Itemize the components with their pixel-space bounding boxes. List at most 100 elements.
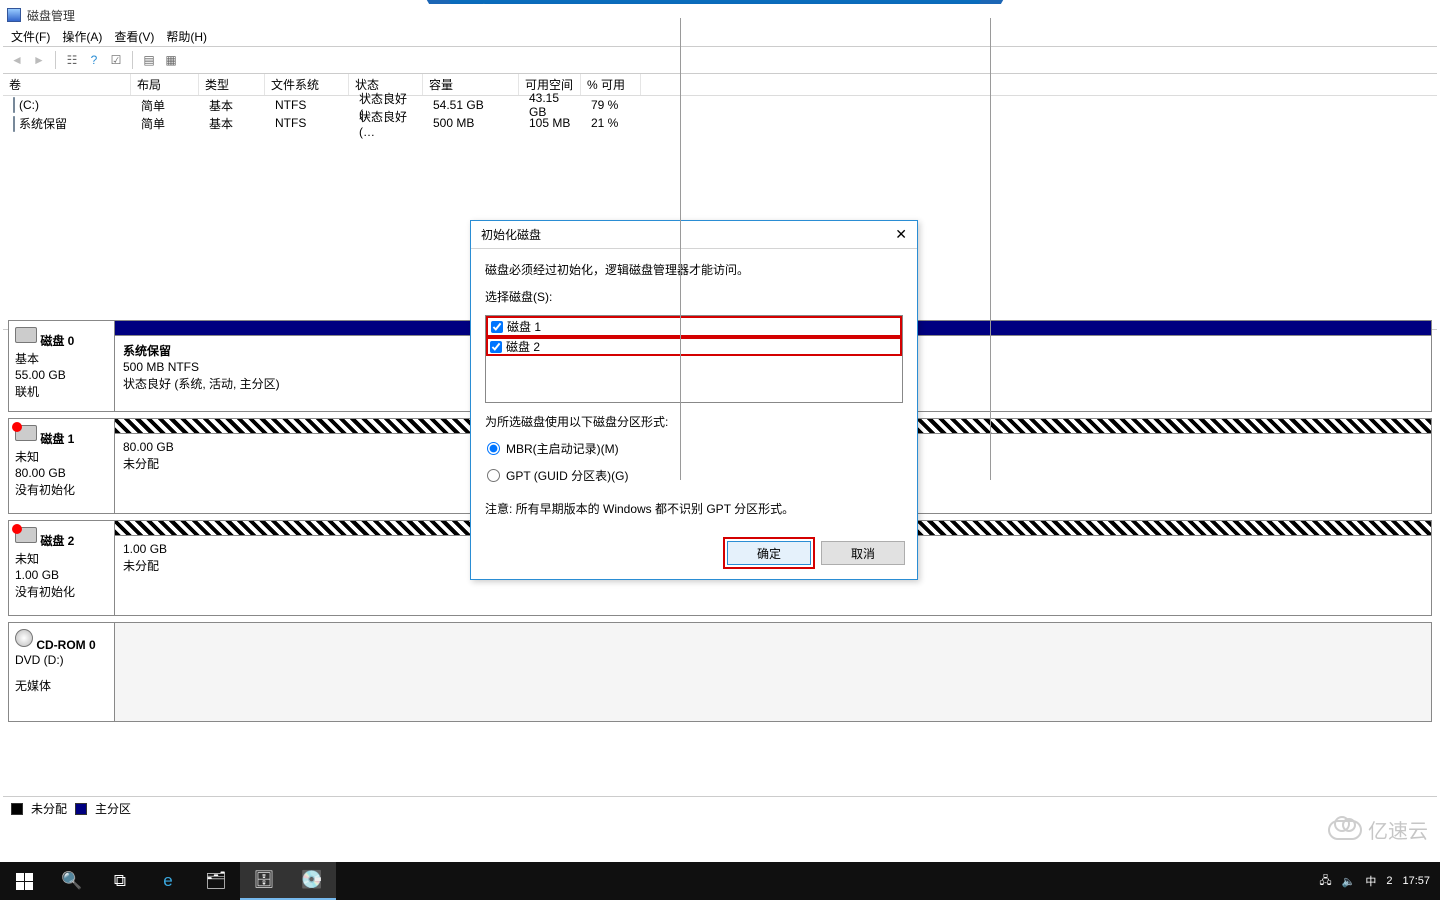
toolbar: ◄ ► ☷ ? ☑ ▤ ▦ <box>3 46 1437 74</box>
volume-icon[interactable]: 🔈 <box>1342 875 1356 888</box>
cloud-icon <box>1328 820 1362 840</box>
gpt-radio-row[interactable]: GPT (GUID 分区表)(G) <box>487 467 903 484</box>
explorer-icon[interactable]: 🗂 <box>192 862 240 900</box>
vol-name: (C:) <box>19 98 39 112</box>
disk1-label: 磁盘 1 <box>507 318 541 335</box>
disk-title: 磁盘 0 <box>40 334 74 348</box>
network-icon[interactable]: 🖧 <box>1319 872 1331 891</box>
disk-check-item[interactable]: 磁盘 1 <box>486 316 902 337</box>
gpt-radio[interactable] <box>487 469 500 482</box>
legend: 未分配 主分区 <box>3 796 1437 820</box>
ok-button[interactable]: 确定 <box>727 541 811 565</box>
disk-mgmt-icon <box>7 8 21 22</box>
vol-name: 系统保留 <box>19 117 67 131</box>
disk-kind: 未知 <box>15 448 108 465</box>
legend-primary: 主分区 <box>95 800 131 817</box>
cdrom-0[interactable]: CD-ROM 0 DVD (D:) 无媒体 <box>8 622 1432 722</box>
col-type[interactable]: 类型 <box>199 74 265 95</box>
menu-view[interactable]: 查看(V) <box>114 28 154 45</box>
col-filesystem[interactable]: 文件系统 <box>265 74 349 95</box>
system-tray: 🖧 🔈 中 2 17:57 <box>1309 872 1440 891</box>
menubar: 文件(F) 操作(A) 查看(V) 帮助(H) <box>3 26 1437 46</box>
toolbar-sep2 <box>132 51 133 69</box>
vol-cap: 54.51 GB <box>427 98 523 112</box>
ime-indicator[interactable]: 中 <box>1365 873 1376 889</box>
vol-type: 基本 <box>203 115 269 132</box>
server-manager-icon[interactable]: 🗄 <box>240 862 288 900</box>
disk-kind: DVD (D:) <box>15 653 108 667</box>
help-icon[interactable]: ? <box>84 50 104 70</box>
cdrom-icon <box>15 629 33 647</box>
legend-unalloc: 未分配 <box>31 800 67 817</box>
view-list-icon[interactable]: ☷ <box>62 50 82 70</box>
properties-icon[interactable]: ☑ <box>106 50 126 70</box>
legend-swatch-unalloc <box>11 803 23 815</box>
mmc-titlebar: 磁盘管理 <box>3 4 1437 26</box>
search-icon[interactable]: 🔍 <box>48 862 96 900</box>
back-icon[interactable]: ◄ <box>7 50 27 70</box>
vol-free: 43.15 GB <box>523 91 585 119</box>
disk2-label: 磁盘 2 <box>506 338 540 355</box>
disk-size: 1.00 GB <box>15 568 108 582</box>
top-pane-icon[interactable]: ▤ <box>139 50 159 70</box>
disk-state: 没有初始化 <box>15 481 108 498</box>
tray-extra: 2 <box>1386 875 1392 887</box>
toolbar-sep <box>55 51 56 69</box>
disk-title: 磁盘 1 <box>40 432 74 446</box>
close-icon[interactable]: ✕ <box>895 226 907 243</box>
windows-logo-icon <box>16 873 33 890</box>
disk-check-item[interactable]: 磁盘 2 <box>486 337 902 356</box>
disk1-checkbox[interactable] <box>491 321 503 333</box>
bottom-pane-icon[interactable]: ▦ <box>161 50 181 70</box>
disk-size: 80.00 GB <box>15 466 108 480</box>
mbr-radio[interactable] <box>487 442 500 455</box>
volume-row[interactable]: 系统保留 简单 基本 NTFS 状态良好 (… 500 MB 105 MB 21… <box>3 114 1437 132</box>
disk-mgmt-taskbar-icon[interactable]: 💽 <box>288 862 336 900</box>
dialog-titlebar: 初始化磁盘 ✕ <box>471 221 917 249</box>
disk-size: 55.00 GB <box>15 368 108 382</box>
disk2-checkbox[interactable] <box>490 341 502 353</box>
disk-icon <box>15 327 37 343</box>
task-view-icon[interactable]: ⧉ <box>96 862 144 900</box>
ie-icon[interactable]: e <box>144 862 192 900</box>
col-percent[interactable]: % 可用 <box>581 74 641 95</box>
forward-icon[interactable]: ► <box>29 50 49 70</box>
clock[interactable]: 17:57 <box>1402 875 1430 887</box>
start-button[interactable] <box>0 862 48 900</box>
col-layout[interactable]: 布局 <box>131 74 199 95</box>
select-disks-label: 选择磁盘(S): <box>485 288 903 305</box>
disk-uninit-icon <box>15 527 37 543</box>
volume-row[interactable]: (C:) 简单 基本 NTFS 状态良好 (… 54.51 GB 43.15 G… <box>3 96 1437 114</box>
col-capacity[interactable]: 容量 <box>423 74 519 95</box>
menu-help[interactable]: 帮助(H) <box>166 28 207 45</box>
vol-pct: 21 % <box>585 116 645 130</box>
vol-pct: 79 % <box>585 98 645 112</box>
overlay-divider <box>990 18 991 480</box>
menu-file[interactable]: 文件(F) <box>11 28 50 45</box>
col-volume[interactable]: 卷 <box>3 74 131 95</box>
disk-state: 无媒体 <box>15 677 108 694</box>
volume-icon <box>13 116 15 132</box>
vol-layout: 简单 <box>135 97 203 114</box>
mbr-radio-row[interactable]: MBR(主启动记录)(M) <box>487 440 903 457</box>
disk-state: 联机 <box>15 383 108 400</box>
partition-style-label: 为所选磁盘使用以下磁盘分区形式: <box>485 413 903 430</box>
volume-icon <box>13 97 15 113</box>
overlay-divider <box>680 18 681 480</box>
menu-action[interactable]: 操作(A) <box>62 28 102 45</box>
disk-kind: 未知 <box>15 550 108 567</box>
legend-swatch-primary <box>75 803 87 815</box>
watermark-text: 亿速云 <box>1368 815 1428 844</box>
cancel-button[interactable]: 取消 <box>821 541 905 565</box>
vol-type: 基本 <box>203 97 269 114</box>
gpt-label: GPT (GUID 分区表)(G) <box>506 467 628 484</box>
taskbar: 🔍 ⧉ e 🗂 🗄 💽 🖧 🔈 中 2 17:57 <box>0 862 1440 900</box>
watermark: 亿速云 <box>1328 815 1428 844</box>
vol-fs: NTFS <box>269 98 353 112</box>
volume-columns: 卷 布局 类型 文件系统 状态 容量 可用空间 % 可用 <box>3 74 1437 96</box>
vol-free: 105 MB <box>523 116 585 130</box>
disk-title: CD-ROM 0 <box>36 638 95 652</box>
dialog-note: 注意: 所有早期版本的 Windows 都不识别 GPT 分区形式。 <box>485 500 903 517</box>
disk-checklist[interactable]: 磁盘 1 磁盘 2 <box>485 315 903 403</box>
vol-layout: 简单 <box>135 115 203 132</box>
